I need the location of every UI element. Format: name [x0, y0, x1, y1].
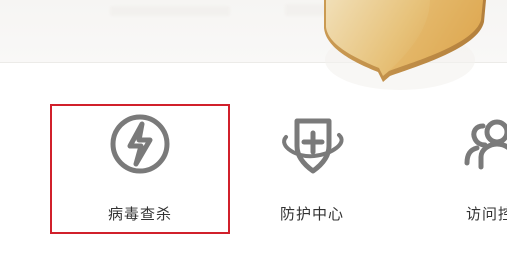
feature-label: 访问控: [465, 206, 507, 223]
feature-virus-scan[interactable]: 病毒查杀: [50, 104, 230, 234]
access-control-users-icon: [455, 109, 507, 179]
virus-scan-bolt-icon: [105, 109, 175, 179]
feature-access-control[interactable]: 访问控: [400, 104, 507, 234]
feature-protection-center[interactable]: 防护中心: [222, 104, 402, 234]
security-shield-logo: [318, 0, 507, 96]
blurred-text: [110, 6, 230, 16]
feature-label: 防护中心: [279, 206, 344, 223]
protection-shield-plus-icon: [277, 109, 347, 179]
feature-label: 病毒查杀: [107, 206, 172, 223]
main-window: 病毒查杀 防护中心 访问控: [0, 0, 507, 278]
